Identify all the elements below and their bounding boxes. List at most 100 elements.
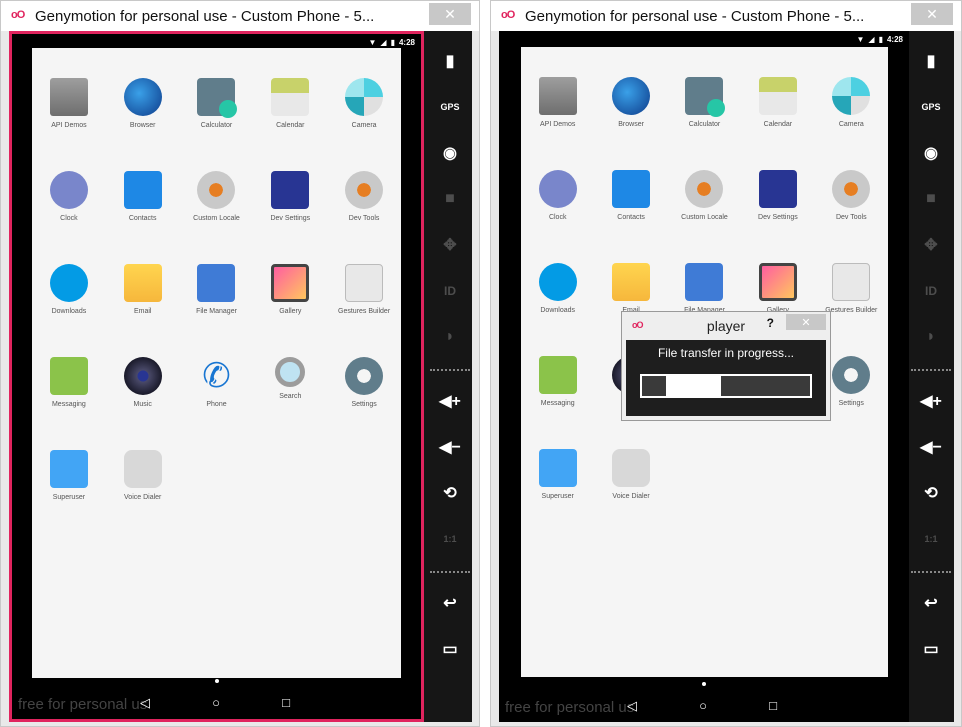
device-id-widget-icon[interactable]: ID [434,275,466,307]
recents-button[interactable]: □ [282,695,290,711]
recent-apps-key-icon[interactable]: ▭ [434,633,466,665]
help-button[interactable]: ? [767,316,774,330]
app-messaging[interactable]: Messaging [521,356,594,407]
app-email[interactable]: Email [594,263,667,314]
speech-bubble-icon [538,356,577,394]
app-label: Messaging [51,401,86,408]
app-browser[interactable]: Browser [106,78,180,129]
cast-widget-icon[interactable]: ◗ [915,321,947,353]
app-api-demos[interactable]: API Demos [521,77,594,128]
app-camera[interactable]: Camera [327,78,401,129]
back-button[interactable]: ◁ [140,695,150,711]
app-custom-locale[interactable]: Custom Locale [180,171,254,222]
recents-button[interactable]: □ [769,698,777,714]
dpad-widget-icon[interactable]: ✥ [434,229,466,261]
app-file-manager[interactable]: File Manager [180,264,254,315]
home-button[interactable]: ○ [212,695,220,711]
close-button[interactable]: ✕ [911,3,953,25]
back-key-icon[interactable]: ↩ [915,587,947,619]
app-camera[interactable]: Camera [815,77,888,128]
app-superuser[interactable]: Superuser [32,450,106,501]
settings-gear-icon [832,356,871,394]
app-dev-settings[interactable]: Dev Settings [253,171,327,222]
gps-widget-icon[interactable]: GPS [915,91,947,123]
battery-widget-icon[interactable]: ▮ [434,45,466,77]
app-label: Email [133,308,152,315]
app-file-manager[interactable]: File Manager [668,263,741,314]
window-title: Genymotion for personal use - Custom Pho… [525,7,865,25]
recent-apps-key-icon[interactable]: ▭ [915,633,947,665]
app-label: Dev Settings [758,214,798,221]
app-label: Voice Dialer [612,493,650,500]
pixel-perfect-icon[interactable]: 1:1 [434,523,466,555]
dpad-widget-icon[interactable]: ✥ [915,229,947,261]
gps-widget-icon[interactable]: GPS [434,91,466,123]
title-bar[interactable]: oO Genymotion for personal use - Custom … [491,1,961,31]
app-calendar[interactable]: Calendar [741,77,814,128]
app-label: Gestures Builder [825,307,878,314]
app-label: API Demos [539,121,576,128]
app-phone[interactable]: ✆ Phone [180,357,254,408]
app-api-demos[interactable]: API Demos [32,78,106,129]
clock-icon [538,170,577,208]
app-calculator[interactable]: Calculator [668,77,741,128]
app-settings[interactable]: Settings [327,357,401,408]
app-gallery[interactable]: Gallery [253,264,327,315]
app-search[interactable]: Search [253,357,327,408]
app-clock[interactable]: Clock [32,171,106,222]
app-downloads[interactable]: Downloads [521,263,594,314]
download-arrow-icon [538,263,577,301]
device-screen[interactable]: ▼ ◢ ▮ 4:28 API Demos Browser Calculator Cal… [9,31,424,722]
rotate-icon[interactable]: ⟲ [434,477,466,509]
camera-lens-icon [345,78,384,116]
calendar-icon [271,78,310,116]
app-dev-settings[interactable]: Dev Settings [741,170,814,221]
app-gallery[interactable]: Gallery [741,263,814,314]
hash-icon [538,449,577,487]
app-voice-dialer[interactable]: Voice Dialer [106,450,180,501]
app-contacts[interactable]: Contacts [106,171,180,222]
app-browser[interactable]: Browser [594,77,667,128]
app-label: Dev Tools [835,214,867,221]
app-dev-tools[interactable]: Dev Tools [327,171,401,222]
app-label: Dev Settings [270,215,311,222]
envelope-at-icon [123,264,162,302]
webcam-widget-icon[interactable]: ◉ [915,137,947,169]
app-email[interactable]: Email [106,264,180,315]
capture-widget-icon[interactable]: ■ [434,183,466,215]
app-label: Browser [618,121,644,128]
app-music[interactable]: Music [106,357,180,408]
battery-widget-icon[interactable]: ▮ [915,45,947,77]
back-button[interactable]: ◁ [627,698,637,714]
volume-down-icon[interactable]: ◀− [915,431,947,463]
volume-down-icon[interactable]: ◀− [434,431,466,463]
volume-up-icon[interactable]: ◀+ [915,385,947,417]
app-voice-dialer[interactable]: Voice Dialer [594,449,667,500]
app-custom-locale[interactable]: Custom Locale [668,170,741,221]
dialog-close-button[interactable]: ✕ [786,314,826,330]
dialog-body: File transfer in progress... [626,340,826,416]
home-button[interactable]: ○ [699,698,707,714]
cast-widget-icon[interactable]: ◗ [434,321,466,353]
app-dev-tools[interactable]: Dev Tools [815,170,888,221]
app-messaging[interactable]: Messaging [32,357,106,408]
app-gestures-builder[interactable]: Gestures Builder [815,263,888,314]
rotate-icon[interactable]: ⟲ [915,477,947,509]
app-downloads[interactable]: Downloads [32,264,106,315]
app-superuser[interactable]: Superuser [521,449,594,500]
app-contacts[interactable]: Contacts [594,170,667,221]
watermark-text: free for personal us [505,699,635,716]
app-gestures-builder[interactable]: Gestures Builder [327,264,401,315]
progress-bar [640,374,812,398]
app-calendar[interactable]: Calendar [253,78,327,129]
device-id-widget-icon[interactable]: ID [915,275,947,307]
volume-up-icon[interactable]: ◀+ [434,385,466,417]
pixel-perfect-icon[interactable]: 1:1 [915,523,947,555]
back-key-icon[interactable]: ↩ [434,587,466,619]
app-calculator[interactable]: Calculator [180,78,254,129]
webcam-widget-icon[interactable]: ◉ [434,137,466,169]
title-bar[interactable]: oO Genymotion for personal use - Custom … [1,1,479,31]
capture-widget-icon[interactable]: ■ [915,183,947,215]
close-button[interactable]: ✕ [429,3,471,25]
app-clock[interactable]: Clock [521,170,594,221]
